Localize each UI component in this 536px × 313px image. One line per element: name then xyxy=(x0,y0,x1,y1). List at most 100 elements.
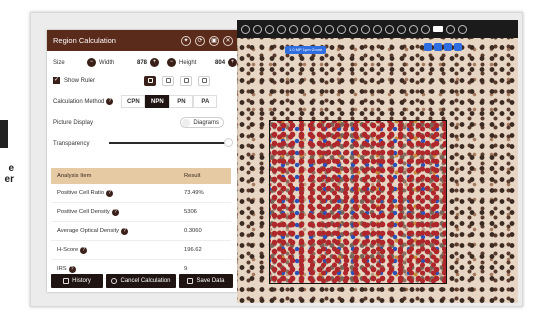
tool-icon[interactable] xyxy=(409,24,418,34)
side-caption: e er xyxy=(0,163,14,185)
slide-viewer[interactable]: 1.0 MP 1μm·Zoom xyxy=(237,20,518,303)
analysis-item-label: IRS xyxy=(57,265,67,272)
width-label: Width xyxy=(99,59,115,66)
transparency-row: Transparency xyxy=(47,136,237,151)
height-label: Height xyxy=(179,59,197,66)
method-option[interactable]: PA xyxy=(193,95,218,108)
magic-wand-icon[interactable]: ✦ xyxy=(181,35,191,46)
save-data-icon xyxy=(187,278,194,284)
picture-display-value: Diagrams xyxy=(193,119,219,126)
history-icon xyxy=(63,278,70,284)
tool-icon[interactable] xyxy=(241,24,250,34)
help-icon[interactable]: ? xyxy=(80,246,88,254)
mini-toolbar xyxy=(424,43,462,51)
picture-display-toggle[interactable]: Diagrams xyxy=(180,117,224,128)
height-decrement-button[interactable]: − xyxy=(167,58,177,67)
toggle-knob xyxy=(182,119,190,127)
tool-icon[interactable] xyxy=(397,24,406,34)
viewer-toolbar xyxy=(237,20,518,38)
save-data-button[interactable]: Save Data xyxy=(179,274,233,288)
tool-icon[interactable] xyxy=(277,24,286,34)
analysis-item: Average Optical Density? xyxy=(51,221,178,241)
analysis-item: Positive Cell Density? xyxy=(51,202,178,222)
analysis-result: 5306 xyxy=(178,202,231,222)
tool-icon[interactable] xyxy=(385,24,394,34)
region-calculation-panel: Region Calculation ✦ ⟳ ▣ ✕ Size − Width … xyxy=(47,30,237,292)
panel-header: Region Calculation ✦ ⟳ ▣ ✕ xyxy=(47,30,237,51)
width-value[interactable]: 878 xyxy=(137,60,147,66)
width-decrement-button[interactable]: − xyxy=(87,58,96,67)
method-segmented-control: CPN NPN PN PA xyxy=(121,95,218,108)
ruler-glyph-icon xyxy=(147,78,153,83)
history-label: History xyxy=(72,278,91,284)
cancel-calculation-label: Cancel Calculation xyxy=(120,278,171,284)
ruler-position-button[interactable] xyxy=(144,75,156,86)
tool-icon[interactable] xyxy=(421,24,430,34)
show-ruler-label: Show Ruler xyxy=(64,77,96,84)
table-row: Positive Cell Ratio? 73.49% xyxy=(51,184,231,203)
table-header-row: Analysis Item Result xyxy=(51,168,231,184)
help-icon[interactable]: ? xyxy=(111,208,119,216)
help-icon[interactable]: ? xyxy=(106,189,114,197)
method-option[interactable]: NPN xyxy=(145,95,170,108)
method-option[interactable]: CPN xyxy=(121,95,146,108)
side-caption-line: e xyxy=(8,163,14,174)
picture-display-row: Picture Display Diagrams xyxy=(47,115,237,130)
size-row: Size − Width 878 + − Height 804 + xyxy=(47,55,237,70)
width-increment-button[interactable]: + xyxy=(150,58,160,67)
side-tab xyxy=(0,120,8,148)
transparency-slider-knob[interactable] xyxy=(224,138,233,147)
column-header: Result xyxy=(178,168,231,184)
ruler-position-button[interactable] xyxy=(180,75,192,86)
cancel-calculation-button[interactable]: Cancel Calculation xyxy=(106,274,176,288)
analysis-item: Positive Cell Ratio? xyxy=(51,184,178,203)
region-of-interest[interactable] xyxy=(269,120,447,284)
scale-label: 1.0 MP 1μm·Zoom xyxy=(285,46,327,54)
refresh-icon[interactable]: ⟳ xyxy=(195,35,205,46)
tool-icon[interactable] xyxy=(313,24,322,34)
close-icon[interactable]: ✕ xyxy=(223,35,233,46)
show-ruler-checkbox[interactable]: ✓ xyxy=(53,77,60,84)
tool-icon[interactable] xyxy=(458,24,467,34)
tool-rect-icon[interactable] xyxy=(433,26,443,32)
method-option[interactable]: PN xyxy=(169,95,194,108)
tool-icon[interactable] xyxy=(373,24,382,34)
ruler-glyph-icon xyxy=(183,78,189,83)
tool-icon[interactable] xyxy=(337,24,346,34)
tool-icon[interactable] xyxy=(325,24,334,34)
height-increment-button[interactable]: + xyxy=(228,58,237,67)
analysis-item-label: Average Optical Density xyxy=(57,227,120,234)
ruler-glyph-icon xyxy=(201,78,207,83)
picture-display-label: Picture Display xyxy=(53,119,94,126)
help-icon[interactable]: ? xyxy=(106,98,114,105)
table-row: Positive Cell Density? 5306 xyxy=(51,202,231,222)
ruler-position-button[interactable] xyxy=(198,75,210,86)
analysis-result: 73.49% xyxy=(178,184,231,203)
zoom-tool-icon[interactable] xyxy=(444,43,452,51)
zoom-tool-icon[interactable] xyxy=(454,43,462,51)
help-icon[interactable]: ? xyxy=(68,265,76,273)
size-label: Size xyxy=(53,59,65,66)
zoom-tool-icon[interactable] xyxy=(434,43,442,51)
tool-icon[interactable] xyxy=(265,24,274,34)
analysis-item-label: H-Score xyxy=(57,246,79,253)
tool-icon[interactable] xyxy=(349,24,358,34)
analysis-item: H-Score? xyxy=(51,240,178,260)
save-icon[interactable]: ▣ xyxy=(209,35,219,46)
transparency-slider[interactable] xyxy=(109,142,227,144)
history-button[interactable]: History xyxy=(51,274,103,288)
column-header: Analysis Item xyxy=(51,168,178,184)
tool-icon[interactable] xyxy=(253,24,262,34)
ruler-glyph-icon xyxy=(165,78,171,83)
height-value[interactable]: 804 xyxy=(215,60,225,66)
cancel-icon xyxy=(111,278,118,284)
tool-icon[interactable] xyxy=(301,24,310,34)
transparency-label: Transparency xyxy=(53,140,90,147)
table-row: Average Optical Density? 0.3060 xyxy=(51,221,231,241)
help-icon[interactable]: ? xyxy=(121,227,129,235)
tool-icon[interactable] xyxy=(361,24,370,34)
tool-icon[interactable] xyxy=(446,24,455,34)
zoom-tool-icon[interactable] xyxy=(424,43,432,51)
ruler-position-button[interactable] xyxy=(162,75,174,86)
tool-icon[interactable] xyxy=(289,24,298,34)
